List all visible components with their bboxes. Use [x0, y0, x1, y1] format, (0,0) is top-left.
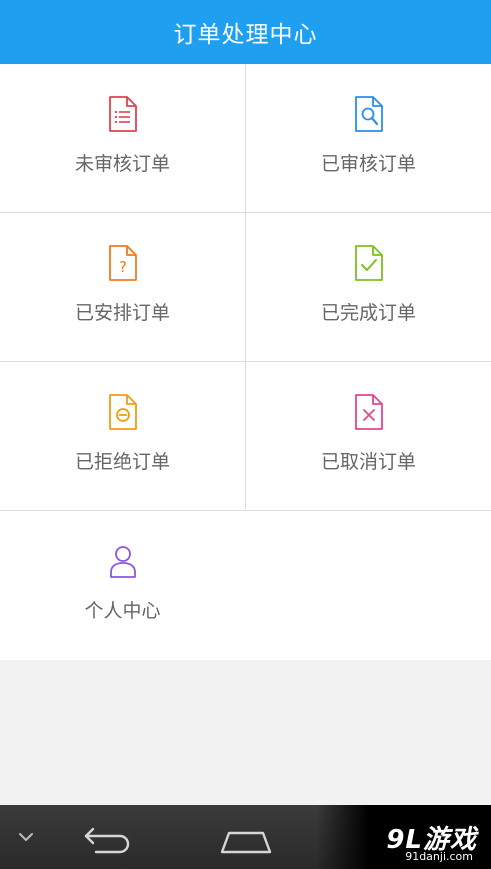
doc-question-icon: ?	[108, 245, 137, 281]
menu-item-cancelled-orders[interactable]: 已取消订单	[246, 362, 491, 510]
menu-item-label: 个人中心	[84, 600, 161, 622]
grid-divider	[0, 361, 491, 362]
menu-grid: 未审核订单 已审核订单 ? 已安排订单 已完成订单 已拒绝订单 已取消订单 个人…	[0, 64, 491, 660]
menu-item-rejected-orders[interactable]: 已拒绝订单	[0, 362, 245, 510]
doc-check-icon	[354, 245, 383, 281]
system-nav-bar: 9L游戏 91danji.com	[0, 805, 491, 869]
menu-item-label: 已完成订单	[320, 302, 416, 324]
user-icon	[109, 546, 136, 578]
chevron-down-icon[interactable]	[17, 831, 35, 843]
doc-search-icon	[354, 96, 383, 132]
grid-divider	[0, 510, 491, 511]
menu-item-arranged-orders[interactable]: ? 已安排订单	[0, 213, 245, 361]
menu-item-reviewed-orders[interactable]: 已审核订单	[246, 64, 491, 212]
menu-item-label: 已安排订单	[74, 302, 170, 324]
menu-item-unreviewed-orders[interactable]: 未审核订单	[0, 64, 245, 212]
watermark: 9L游戏 91danji.com	[316, 805, 491, 869]
menu-item-completed-orders[interactable]: 已完成订单	[246, 213, 491, 361]
doc-list-icon	[108, 96, 137, 132]
menu-item-personal-center[interactable]: 个人中心	[0, 511, 245, 659]
menu-item-label: 未审核订单	[74, 153, 170, 175]
doc-cancel-icon	[354, 394, 383, 430]
page-title: 订单处理中心	[173, 22, 318, 48]
grid-divider-vertical	[245, 64, 246, 509]
menu-item-label: 已拒绝订单	[74, 451, 170, 473]
doc-minus-icon	[108, 394, 137, 430]
grid-divider	[0, 212, 491, 213]
title-bar: 订单处理中心	[0, 0, 491, 64]
menu-item-label: 已审核订单	[320, 153, 416, 175]
menu-item-label: 已取消订单	[320, 451, 416, 473]
watermark-url: 91danji.com	[405, 850, 473, 863]
svg-text:?: ?	[119, 258, 127, 276]
back-icon[interactable]	[82, 827, 134, 855]
home-icon[interactable]	[219, 827, 273, 855]
